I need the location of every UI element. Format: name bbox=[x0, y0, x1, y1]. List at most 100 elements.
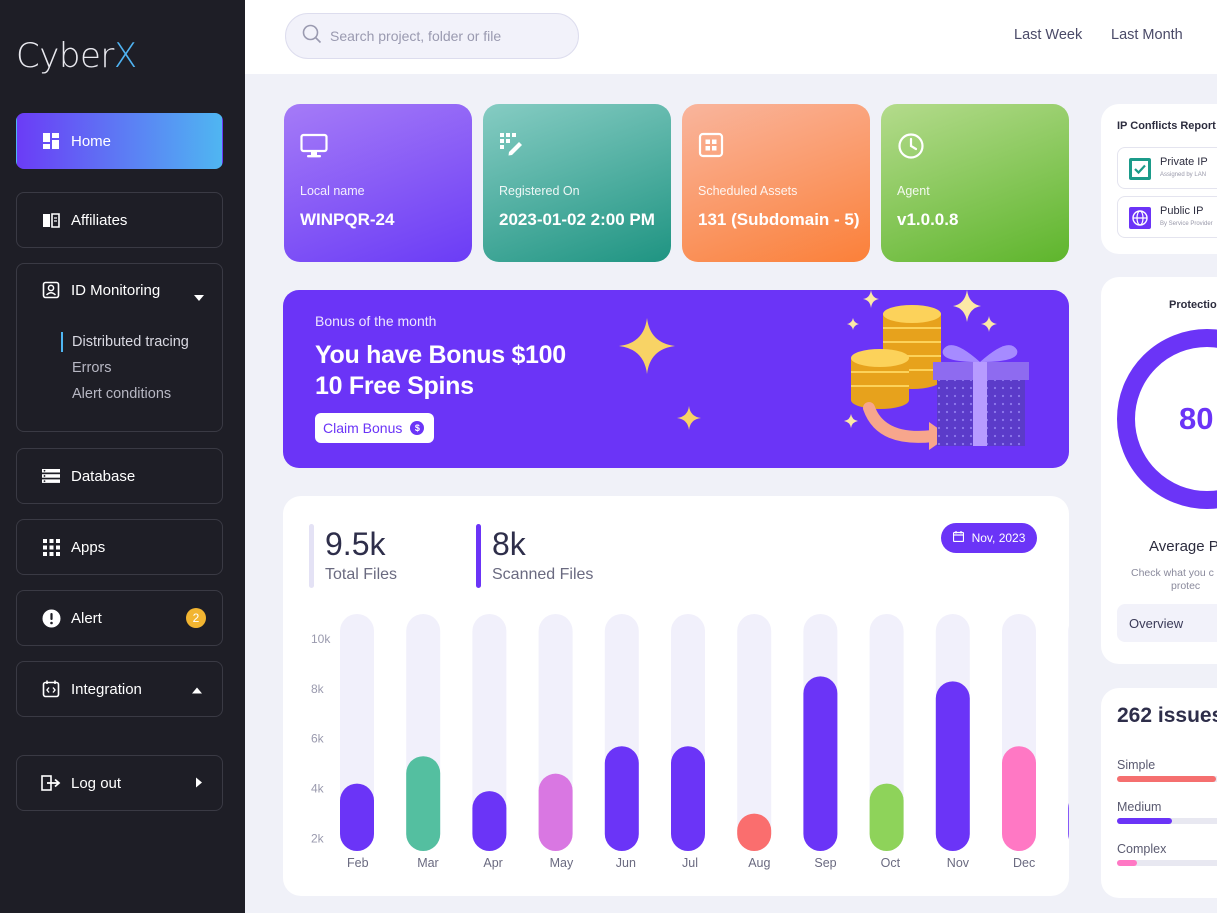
sidebar-item-home[interactable]: Home bbox=[16, 113, 223, 169]
protection-title: Protection bbox=[1169, 299, 1217, 311]
sidebar-item-database[interactable]: Database bbox=[16, 448, 223, 504]
bonus-title: You have Bonus $100 10 Free Spins bbox=[315, 340, 566, 402]
check-box-icon bbox=[1128, 157, 1152, 181]
issues-title: 262 issues bbox=[1117, 704, 1217, 727]
dashboard-icon bbox=[41, 131, 61, 151]
x-tick-label: Jul bbox=[682, 856, 698, 870]
sidebar-item-id-monitoring[interactable]: ID Monitoring bbox=[41, 280, 160, 300]
book-icon bbox=[41, 210, 61, 230]
x-tick-label: Sep bbox=[814, 856, 836, 870]
bonus-banner: Bonus of the month You have Bonus $100 1… bbox=[283, 290, 1069, 468]
average-description-line-1: Check what you c bbox=[1131, 567, 1214, 579]
grid-icon bbox=[698, 132, 726, 160]
sidebar-item-label: Apps bbox=[71, 538, 106, 556]
sidebar-item-label: Log out bbox=[71, 774, 122, 792]
edit-grid-icon bbox=[499, 132, 527, 160]
stat-card-scheduled-assets[interactable]: Scheduled Assets 131 (Subdomain - 5) bbox=[682, 104, 870, 262]
apps-grid-icon bbox=[41, 537, 61, 557]
sidebar-item-apps[interactable]: Apps bbox=[16, 519, 223, 575]
y-tick-label: 10k bbox=[311, 632, 331, 646]
bar-mar[interactable] bbox=[406, 756, 441, 851]
card-value: WINPQR-24 bbox=[300, 210, 395, 229]
alert-count-badge: 2 bbox=[186, 608, 206, 628]
sidebar-item-label: Affiliates bbox=[71, 211, 128, 229]
x-tick-label: Jun bbox=[616, 856, 636, 870]
sidebar-item-affiliates[interactable]: Affiliates bbox=[16, 192, 223, 248]
sidebar-item-logout[interactable]: Log out bbox=[16, 755, 223, 811]
bar-nov[interactable] bbox=[935, 681, 970, 851]
bar-jul[interactable] bbox=[671, 746, 705, 851]
caret-right-icon[interactable] bbox=[196, 775, 202, 792]
submenu-item-errors[interactable]: Errors bbox=[61, 358, 189, 384]
card-value: 2023-01-02 2:00 PM bbox=[499, 210, 655, 229]
sparkle-icon bbox=[619, 318, 675, 374]
id-monitoring-submenu: Distributed tracing Errors Alert conditi… bbox=[61, 332, 189, 410]
issue-track bbox=[1117, 776, 1217, 782]
bonus-label: Bonus of the month bbox=[315, 313, 437, 329]
y-tick-label: 4k bbox=[311, 782, 325, 796]
average-description: Check what you c protec bbox=[1131, 567, 1214, 593]
id-badge-icon bbox=[41, 280, 61, 300]
sidebar-item-label: Alert bbox=[71, 609, 102, 627]
ip-item-name: Public IP bbox=[1160, 205, 1204, 217]
ip-conflicts-title: IP Conflicts Report bbox=[1117, 120, 1216, 132]
globe-icon bbox=[1128, 206, 1152, 230]
database-icon bbox=[41, 466, 61, 486]
bonus-title-line-2: 10 Free Spins bbox=[315, 372, 474, 400]
bar-sep[interactable] bbox=[803, 676, 838, 851]
issue-row-complex: Complex bbox=[1117, 842, 1217, 866]
bar-oct[interactable] bbox=[869, 783, 904, 851]
claim-bonus-button[interactable]: Claim Bonus $ bbox=[315, 413, 435, 443]
ip-item-sub: By Service Provider bbox=[1160, 221, 1213, 227]
stat-card-agent[interactable]: Agent v1.0.0.8 bbox=[881, 104, 1069, 262]
submenu-item-alert-conditions[interactable]: Alert conditions bbox=[61, 384, 189, 410]
ip-item-public[interactable]: Public IP By Service Provider bbox=[1117, 196, 1217, 238]
sidebar-item-label: ID Monitoring bbox=[71, 281, 161, 299]
ip-item-name: Private IP bbox=[1160, 156, 1208, 168]
issue-track bbox=[1117, 818, 1217, 824]
submenu-item-distributed-tracing[interactable]: Distributed tracing bbox=[61, 332, 189, 352]
logout-icon bbox=[41, 773, 61, 793]
sidebar-item-integration[interactable]: Integration bbox=[16, 661, 223, 717]
search-input[interactable] bbox=[330, 28, 550, 44]
top-bar: Last Week Last Month bbox=[245, 0, 1217, 74]
code-icon bbox=[41, 679, 61, 699]
issue-label: Simple bbox=[1117, 758, 1156, 772]
sidebar-item-alert[interactable]: Alert 2 bbox=[16, 590, 223, 646]
sidebar: CyberX Home Affiliates ID Monitoring Dis… bbox=[0, 0, 245, 913]
card-label: Scheduled Assets bbox=[698, 184, 798, 198]
issue-fill bbox=[1117, 776, 1216, 782]
bar-aug[interactable] bbox=[737, 813, 772, 851]
stat-card-registered-on[interactable]: Registered On 2023-01-02 2:00 PM bbox=[483, 104, 671, 262]
monitor-icon bbox=[300, 132, 328, 160]
last-week-link[interactable]: Last Week bbox=[1014, 27, 1082, 43]
overview-button[interactable]: Overview bbox=[1117, 604, 1217, 642]
issue-label: Complex bbox=[1117, 842, 1167, 856]
stat-card-local-name[interactable]: Local name WINPQR-24 bbox=[284, 104, 472, 262]
issue-fill bbox=[1117, 860, 1137, 866]
bar-dec[interactable] bbox=[1002, 746, 1036, 851]
x-tick-label: Mar bbox=[417, 856, 439, 870]
clock-icon bbox=[897, 132, 925, 160]
average-title: Average P bbox=[1149, 538, 1217, 555]
sidebar-item-label: Home bbox=[71, 132, 112, 150]
app-logo[interactable]: CyberX bbox=[16, 36, 137, 76]
bonus-title-line-1: You have Bonus $100 bbox=[315, 341, 566, 369]
ip-conflicts-card: IP Conflicts Report Private IP Assigned … bbox=[1101, 104, 1217, 254]
y-tick-label: 2k bbox=[311, 832, 325, 846]
bar-feb[interactable] bbox=[340, 783, 374, 851]
bar-jun[interactable] bbox=[604, 746, 639, 851]
sparkle-small-icon bbox=[677, 406, 701, 430]
bar-apr[interactable] bbox=[472, 791, 507, 851]
y-tick-label: 8k bbox=[311, 682, 325, 696]
bar-may[interactable] bbox=[538, 773, 573, 851]
x-tick-label: Dec bbox=[1013, 856, 1035, 870]
ip-item-private[interactable]: Private IP Assigned by LAN bbox=[1117, 147, 1217, 189]
issue-fill bbox=[1117, 818, 1172, 824]
caret-down-icon[interactable] bbox=[194, 288, 204, 306]
caret-up-icon[interactable] bbox=[192, 681, 202, 698]
last-month-link[interactable]: Last Month bbox=[1111, 27, 1183, 43]
protection-card: Protection 80 Average P Check what you c… bbox=[1101, 277, 1217, 664]
x-tick-label: May bbox=[550, 856, 574, 870]
x-tick-label: Feb bbox=[347, 856, 369, 870]
